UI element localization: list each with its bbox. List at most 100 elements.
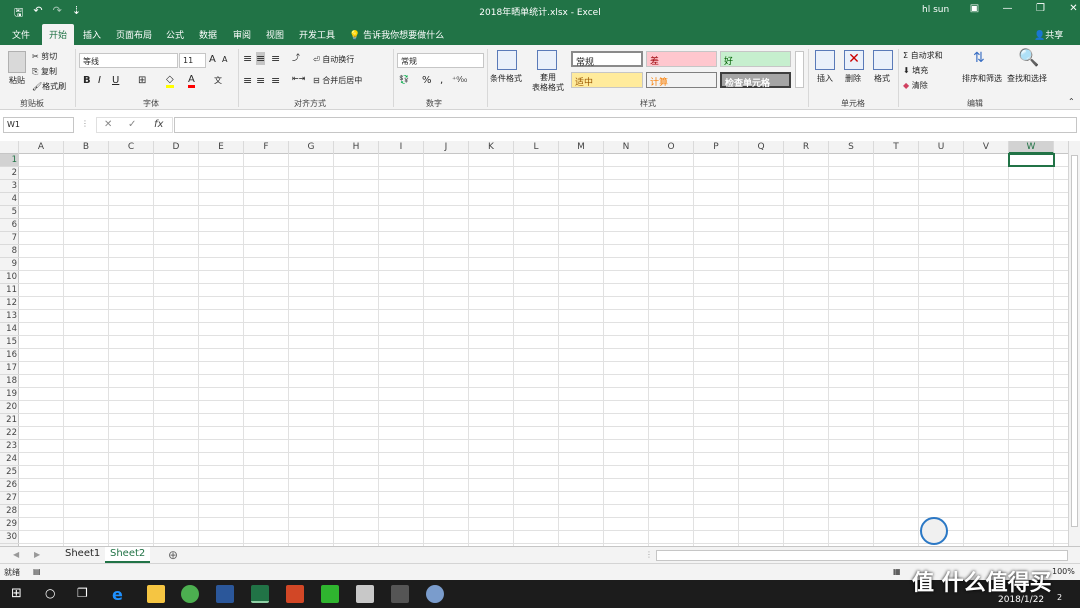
tab-page-layout[interactable]: 页面布局 <box>116 28 152 41</box>
sort-filter-icon[interactable]: ⇅ <box>973 50 985 66</box>
row-header-23[interactable]: 23 <box>0 440 19 453</box>
autosum-button[interactable]: Σ 自动求和 <box>903 50 943 61</box>
find-icon[interactable]: 🔍 <box>1018 48 1039 68</box>
share-button[interactable]: 👤共享 <box>1034 28 1063 41</box>
tab-review[interactable]: 审阅 <box>233 28 251 41</box>
sheet-tab-sheet2[interactable]: Sheet2 <box>105 547 151 563</box>
clear-button[interactable]: ◆ 清除 <box>903 80 928 91</box>
delete-cells-button[interactable]: 删除 <box>845 73 861 84</box>
style-calculation[interactable]: 计算 <box>646 72 717 88</box>
browser-icon[interactable] <box>181 585 199 603</box>
column-header-E[interactable]: E <box>199 141 244 154</box>
tab-data[interactable]: 数据 <box>199 28 217 41</box>
font-color-icon[interactable]: A <box>188 74 195 88</box>
accounting-icon[interactable]: 💱 <box>399 75 409 84</box>
styles-gallery-scroll[interactable] <box>795 51 804 88</box>
app-icon[interactable] <box>391 585 409 603</box>
row-header-30[interactable]: 30 <box>0 531 19 544</box>
font-name-select[interactable]: 等线 <box>79 53 178 68</box>
wrap-text-button[interactable]: ⏎ 自动换行 <box>313 54 354 65</box>
vertical-scroll-thumb[interactable] <box>1071 155 1078 527</box>
row-header-14[interactable]: 14 <box>0 323 19 336</box>
column-header-D[interactable]: D <box>154 141 199 154</box>
row-header-27[interactable]: 27 <box>0 492 19 505</box>
word-icon[interactable] <box>216 585 234 603</box>
notification-badge[interactable]: 2 <box>1057 593 1062 602</box>
task-view-icon[interactable]: ❐ <box>77 586 88 600</box>
tell-me-search[interactable]: 💡 告诉我你想要做什么 <box>349 28 444 41</box>
windows-start-icon[interactable]: ⊞ <box>11 586 22 601</box>
cell-grid[interactable] <box>19 154 1068 546</box>
cut-button[interactable]: ✂ 剪切 <box>32 51 57 62</box>
row-header-21[interactable]: 21 <box>0 414 19 427</box>
tab-file[interactable]: 文件 <box>12 28 30 41</box>
minimize-icon[interactable]: — <box>991 3 1024 14</box>
edge-icon[interactable]: e <box>112 585 130 604</box>
column-header-B[interactable]: B <box>64 141 109 154</box>
row-header-2[interactable]: 2 <box>0 167 19 180</box>
italic-button[interactable]: I <box>98 75 101 86</box>
paste-button[interactable]: 粘贴 <box>9 75 25 86</box>
row-header-20[interactable]: 20 <box>0 401 19 414</box>
column-header-I[interactable]: I <box>379 141 424 154</box>
row-header-9[interactable]: 9 <box>0 258 19 271</box>
row-header-29[interactable]: 29 <box>0 518 19 531</box>
row-header-11[interactable]: 11 <box>0 284 19 297</box>
iqiyi-icon[interactable] <box>321 585 339 603</box>
column-header-J[interactable]: J <box>424 141 469 154</box>
row-header-18[interactable]: 18 <box>0 375 19 388</box>
select-all-corner[interactable] <box>0 141 19 154</box>
borders-icon[interactable]: ⊞ <box>138 75 146 86</box>
column-header-F[interactable]: F <box>244 141 289 154</box>
row-header-19[interactable]: 19 <box>0 388 19 401</box>
column-header-S[interactable]: S <box>829 141 874 154</box>
row-header-17[interactable]: 17 <box>0 362 19 375</box>
style-neutral[interactable]: 适中 <box>571 72 643 88</box>
format-cells-button[interactable]: 格式 <box>874 73 890 84</box>
number-format-select[interactable]: 常规 <box>397 53 484 68</box>
column-header-R[interactable]: R <box>784 141 829 154</box>
format-as-table-button[interactable]: 套用 表格格式 <box>532 73 564 93</box>
paste-icon[interactable] <box>8 51 26 73</box>
style-normal[interactable]: 常规 <box>571 51 643 68</box>
indent-icon[interactable]: ⇤⇥ <box>292 74 305 83</box>
row-header-8[interactable]: 8 <box>0 245 19 258</box>
decimal-icon[interactable]: ⁺⁰⁄₀₀ <box>452 75 467 84</box>
align-right-icon[interactable]: ≡ <box>271 74 280 87</box>
normal-view-icon[interactable]: ▦ <box>893 567 901 576</box>
user-name[interactable]: hl sun <box>922 5 949 15</box>
row-header-26[interactable]: 26 <box>0 479 19 492</box>
column-header-K[interactable]: K <box>469 141 514 154</box>
tab-home[interactable]: 开始 <box>42 24 75 45</box>
column-header-U[interactable]: U <box>919 141 964 154</box>
align-middle-icon[interactable]: ≡ <box>256 52 266 65</box>
tab-formulas[interactable]: 公式 <box>166 28 184 41</box>
column-header-Q[interactable]: Q <box>739 141 784 154</box>
column-header-N[interactable]: N <box>604 141 649 154</box>
new-sheet-icon[interactable]: ⊕ <box>168 548 178 562</box>
row-header-28[interactable]: 28 <box>0 505 19 518</box>
row-header-6[interactable]: 6 <box>0 219 19 232</box>
comma-button[interactable]: , <box>440 75 443 86</box>
calculator-icon[interactable] <box>356 585 374 603</box>
column-header-C[interactable]: C <box>109 141 154 154</box>
sheet-tab-sheet1[interactable]: Sheet1 <box>60 547 105 563</box>
file-explorer-icon[interactable] <box>147 585 165 603</box>
column-header-M[interactable]: M <box>559 141 604 154</box>
horizontal-scrollbar[interactable] <box>656 550 1068 561</box>
column-header-H[interactable]: H <box>334 141 379 154</box>
ribbon-display-icon[interactable]: ▣ <box>958 3 991 14</box>
vertical-scrollbar[interactable] <box>1068 141 1080 546</box>
align-top-icon[interactable]: ≡ <box>243 52 252 65</box>
copy-button[interactable]: ⎘ 复制 <box>32 66 57 77</box>
row-header-15[interactable]: 15 <box>0 336 19 349</box>
next-sheet-icon[interactable]: ▶ <box>34 550 40 559</box>
align-bottom-icon[interactable]: ≡ <box>271 52 280 65</box>
conditional-format-icon[interactable] <box>497 50 517 70</box>
row-header-4[interactable]: 4 <box>0 193 19 206</box>
column-header-V[interactable]: V <box>964 141 1009 154</box>
fill-button[interactable]: ⬇ 填充 <box>903 65 928 76</box>
active-cell-W1[interactable] <box>1008 153 1055 167</box>
formula-input[interactable] <box>174 117 1077 133</box>
zoom-level[interactable]: 100% <box>1052 567 1075 576</box>
